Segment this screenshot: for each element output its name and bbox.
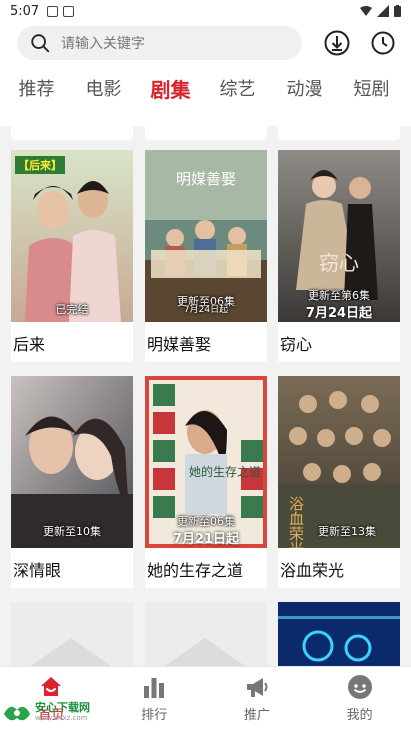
search-bar[interactable]: 请输入关键字 [17, 26, 302, 60]
poster-image: 明媒善娶 更新至06集 7月24日起 [145, 150, 267, 322]
poster-placeholder [145, 602, 267, 666]
nav-label: 我的 [346, 708, 373, 723]
watermark-name: 安心下载网 [35, 701, 90, 714]
poster-logo-text: 她的生存之道 [189, 464, 261, 479]
poster-logo-text: 窃心 [319, 251, 359, 275]
poster-image: 窃心 更新至第6集 7月24日起 [278, 150, 400, 322]
poster-placeholder [11, 602, 133, 666]
card-stub [11, 126, 133, 140]
update-status: 更新至10集 [43, 525, 101, 538]
series-card[interactable]: 窃心 更新至第6集 7月24日起 窃心 [278, 150, 400, 362]
megaphone-icon [246, 678, 268, 697]
tab-anime[interactable]: 动漫 [271, 75, 338, 101]
poster-logo-text: 浴血荣光 [287, 496, 305, 548]
signal-icon [377, 5, 389, 17]
update-status: 更新至第6集 [308, 289, 370, 302]
update-status: 更新至13集 [318, 525, 376, 538]
profile-icon [347, 675, 372, 699]
card-stub [145, 126, 267, 140]
poster-image: 浴血荣光 更新至13集 [278, 376, 400, 548]
series-title: 她的生存之道 [147, 561, 244, 580]
nav-label: 推广 [243, 708, 270, 723]
bar-chart-icon [144, 678, 165, 698]
series-card[interactable]: 明媒善娶 更新至06集 7月24日起 明媒善娶 [145, 150, 267, 362]
status-bar: 5:07 [0, 0, 411, 22]
poster-logo-text: 明媒善娶 [176, 170, 236, 188]
poster-artwork: 浴血荣光 [278, 376, 400, 548]
series-grid: 【后来】 已完结 后来 明媒善娶 更新至06集 7月24日起 明媒善娶 窃心 更… [0, 126, 411, 666]
site-watermark: 安心下载网 www.anxz.com [2, 700, 90, 724]
series-card[interactable]: 浴血荣光 更新至13集 浴血荣光 [278, 376, 400, 588]
series-card-loading[interactable] [11, 602, 133, 666]
history-clock-icon [371, 31, 395, 55]
search-header: 请输入关键字 [0, 22, 411, 64]
watermark-url: www.anxz.com [35, 714, 88, 722]
series-title: 窃心 [280, 335, 313, 354]
series-title: 深情眼 [13, 561, 62, 580]
tab-recommend[interactable]: 推荐 [3, 75, 70, 101]
series-card[interactable]: 她的生存之道 更新至06集 7月21日起 她的生存之道 [145, 376, 267, 588]
series-card[interactable] [278, 602, 400, 666]
premiere-date: 7月21日起 [172, 532, 240, 547]
nav-profile[interactable]: 我的 [308, 667, 411, 730]
status-time: 5:07 [10, 3, 40, 19]
download-icon [324, 30, 350, 56]
poster-artwork [11, 376, 133, 548]
tab-short-drama[interactable]: 短剧 [338, 75, 405, 101]
home-icon [41, 677, 62, 696]
history-button[interactable] [369, 29, 397, 57]
series-card-loading[interactable] [145, 602, 267, 666]
update-status: 更新至06集 [177, 515, 235, 528]
series-card[interactable]: 【后来】 已完结 后来 [11, 150, 133, 362]
nav-ranking[interactable]: 排行 [103, 667, 206, 730]
download-button[interactable] [323, 29, 351, 57]
nav-promote[interactable]: 推广 [206, 667, 309, 730]
series-card[interactable]: 更新至10集 深情眼 [11, 376, 133, 588]
poster-tag: 【后来】 [15, 156, 65, 174]
search-icon [31, 34, 50, 53]
poster-artwork [11, 150, 133, 322]
category-tabs: 推荐 电影 剧集 综艺 动漫 短剧 [0, 68, 411, 108]
search-input[interactable]: 请输入关键字 [61, 33, 145, 53]
placeholder-image-icon [31, 638, 111, 666]
tab-variety[interactable]: 综艺 [204, 75, 271, 101]
battery-icon [394, 5, 401, 17]
watermark-logo-icon [4, 706, 30, 721]
poster-image: 她的生存之道 更新至06集 7月21日起 [145, 376, 267, 548]
nav-label: 排行 [141, 708, 168, 723]
wifi-icon [360, 6, 372, 16]
notification-icon [63, 5, 75, 17]
tab-movies[interactable]: 电影 [70, 75, 137, 101]
series-title: 明媒善娶 [147, 335, 212, 354]
series-title: 浴血荣光 [280, 561, 345, 580]
poster-artwork [278, 602, 400, 666]
poster-image [278, 602, 400, 666]
placeholder-image-icon [165, 638, 245, 666]
update-status: 已完结 [55, 303, 89, 316]
tab-series[interactable]: 剧集 [137, 74, 204, 103]
card-stub [278, 126, 400, 140]
poster-image: 更新至10集 [11, 376, 133, 548]
poster-image: 【后来】 已完结 [11, 150, 133, 322]
series-title: 后来 [13, 335, 46, 354]
premiere-date: 7月24日起 [305, 306, 373, 321]
premiere-date: 7月24日起 [183, 305, 229, 315]
notification-icon [47, 5, 59, 17]
